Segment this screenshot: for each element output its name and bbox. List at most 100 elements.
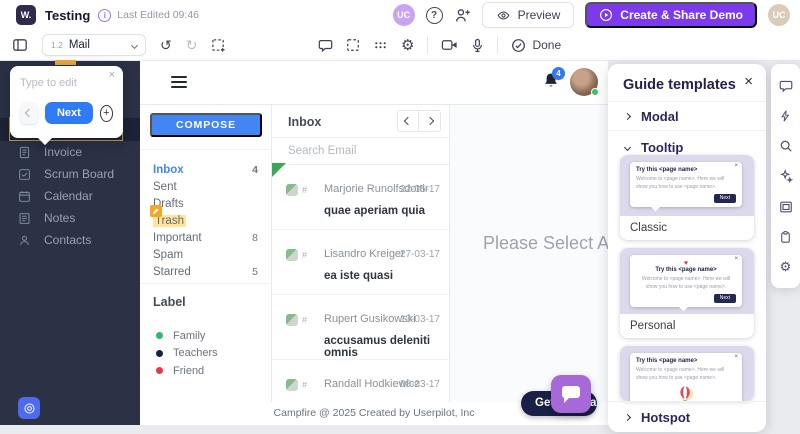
resource-center-button[interactable] bbox=[18, 397, 40, 419]
preview-body: Welcome to <page name>. Here we will sho… bbox=[636, 175, 736, 192]
video-record-icon[interactable] bbox=[441, 38, 458, 52]
panel-toggle-icon[interactable] bbox=[12, 37, 28, 53]
email-list-item[interactable]: # Lisandro Kreiger 27-03-17 ea iste quas… bbox=[272, 230, 449, 295]
folder-count: 8 bbox=[252, 232, 258, 244]
email-date: 22-05-17 bbox=[400, 184, 440, 195]
chat-widget-button[interactable] bbox=[551, 375, 591, 413]
email-list-panel: Inbox # Marjorie Runolfsdottir 22-05-17 … bbox=[272, 105, 450, 402]
list-title: Inbox bbox=[288, 115, 321, 129]
clipboard-icon[interactable] bbox=[779, 230, 792, 244]
sender-avatar bbox=[286, 314, 298, 326]
label-color-dot bbox=[156, 367, 163, 374]
preview-next-button: Next bbox=[714, 294, 736, 303]
notes-icon bbox=[18, 212, 31, 225]
label-teachers[interactable]: Teachers bbox=[140, 345, 271, 363]
create-share-demo-button[interactable]: Create & Share Demo bbox=[585, 2, 757, 28]
notifications-bell-icon[interactable]: 4 bbox=[542, 71, 562, 93]
app-logo[interactable]: W. bbox=[16, 5, 36, 25]
label-family[interactable]: Family bbox=[140, 327, 271, 345]
play-icon bbox=[599, 8, 613, 22]
next-page-button[interactable] bbox=[419, 110, 441, 132]
sidebar-item-label: Notes bbox=[44, 211, 75, 225]
builder-tools-rail: ⚙ bbox=[771, 64, 800, 288]
mail-app-header: 4 bbox=[140, 61, 608, 105]
lightning-icon[interactable] bbox=[779, 109, 792, 123]
settings-gear-icon[interactable]: ⚙ bbox=[401, 38, 414, 53]
eye-icon bbox=[496, 9, 511, 22]
sparkles-ai-icon[interactable] bbox=[779, 169, 793, 183]
section-modal[interactable]: Modal bbox=[608, 101, 766, 131]
email-date: 08-03-17 bbox=[400, 379, 440, 390]
element-highlight-marker bbox=[55, 60, 76, 65]
preview-body: Welcome to <page name>. Here we will sho… bbox=[636, 275, 736, 292]
invite-user-icon[interactable] bbox=[454, 7, 471, 24]
grid-apps-icon[interactable] bbox=[373, 38, 388, 52]
comments-icon[interactable] bbox=[779, 79, 793, 93]
divider bbox=[140, 283, 272, 284]
folder-spam[interactable]: Spam bbox=[140, 246, 271, 263]
email-date: 27-03-17 bbox=[400, 249, 440, 260]
search-input[interactable] bbox=[288, 145, 428, 157]
close-icon[interactable]: × bbox=[109, 69, 115, 81]
sidebar-item-invoice[interactable]: Invoice bbox=[0, 141, 140, 163]
preview-label: Preview bbox=[518, 8, 561, 22]
section-label: Tooltip bbox=[641, 140, 683, 155]
close-icon[interactable]: × bbox=[744, 73, 753, 90]
email-list-item[interactable]: # Marjorie Runolfsdottir 22-05-17 quae a… bbox=[272, 165, 449, 230]
folder-starred[interactable]: Starred 5 bbox=[140, 263, 271, 280]
template-name: Classic bbox=[620, 216, 754, 240]
preview-button[interactable]: Preview bbox=[482, 2, 575, 28]
redo-icon[interactable]: ↻ bbox=[186, 38, 198, 52]
email-list-item[interactable]: # Rupert Gusikowski 13-03-17 accusamus d… bbox=[272, 295, 449, 360]
sidebar-item-scrum-board[interactable]: Scrum Board bbox=[0, 163, 140, 185]
notification-count-badge: 4 bbox=[552, 67, 565, 80]
microphone-icon[interactable] bbox=[471, 38, 484, 53]
preview-title: Try this <page name> bbox=[636, 167, 736, 173]
back-button[interactable] bbox=[20, 102, 38, 124]
page-selector-dropdown[interactable]: 1.2 Mail bbox=[42, 34, 146, 56]
chevron-down-icon bbox=[624, 143, 631, 150]
sender-avatar bbox=[286, 379, 298, 391]
user-avatar[interactable]: UC bbox=[768, 4, 790, 26]
selection-tool-icon[interactable] bbox=[346, 38, 360, 52]
folder-important[interactable]: Important 8 bbox=[140, 229, 271, 246]
collaborator-avatar[interactable]: UC bbox=[393, 4, 415, 26]
label-name: Family bbox=[173, 330, 205, 342]
select-area-icon[interactable] bbox=[211, 38, 226, 53]
profile-avatar[interactable] bbox=[570, 68, 598, 96]
editor-toolbar: 1.2 Mail ↺ ↻ ⚙ Don bbox=[0, 30, 800, 61]
template-card-classic[interactable]: × Try this <page name> Welcome to <page … bbox=[620, 155, 754, 240]
undo-icon[interactable]: ↺ bbox=[160, 38, 172, 52]
settings-gear-icon[interactable]: ⚙ bbox=[780, 260, 792, 273]
prev-page-button[interactable] bbox=[397, 110, 419, 132]
help-icon[interactable]: ? bbox=[426, 7, 443, 24]
hamburger-menu-icon[interactable] bbox=[171, 76, 187, 91]
email-subject: quae aperiam quia bbox=[324, 205, 425, 217]
label-friend[interactable]: Friend bbox=[140, 362, 271, 380]
contacts-person-icon bbox=[18, 234, 31, 247]
sidebar-item-contacts[interactable]: Contacts bbox=[0, 229, 140, 251]
sidebar-item-calendar[interactable]: Calendar bbox=[0, 185, 140, 207]
template-card-illustrated[interactable]: × Try this <page name> Welcome to <page … bbox=[620, 346, 754, 401]
section-hotspot[interactable]: Hotspot bbox=[608, 401, 766, 432]
template-card-personal[interactable]: × ♥ Try this <page name> Welcome to <pag… bbox=[620, 248, 754, 338]
add-step-button[interactable]: + bbox=[100, 105, 113, 122]
sidebar-item-notes[interactable]: Notes bbox=[0, 207, 140, 229]
next-button[interactable]: Next bbox=[45, 102, 93, 124]
email-list-item[interactable]: # Randall Hodkiewicz 08-03-17 bbox=[272, 360, 449, 402]
search-icon[interactable] bbox=[779, 139, 793, 153]
tooltip-editor-popup: × Type to edit Next + bbox=[10, 66, 123, 138]
hash-icon: # bbox=[302, 380, 307, 390]
preview-next-button: Next bbox=[714, 194, 736, 203]
folder-inbox[interactable]: Inbox 4 bbox=[140, 161, 271, 178]
calendar-icon bbox=[18, 190, 31, 203]
modal-layout-icon[interactable] bbox=[779, 200, 793, 214]
compose-button[interactable]: COMPOSE bbox=[150, 113, 262, 137]
done-button[interactable]: Done bbox=[511, 38, 561, 53]
divider bbox=[497, 36, 498, 54]
tooltip-text-input[interactable]: Type to edit bbox=[20, 77, 113, 89]
folder-sent[interactable]: Sent bbox=[140, 178, 271, 195]
chevron-right-icon bbox=[624, 112, 631, 119]
comment-tool-icon[interactable] bbox=[318, 38, 333, 53]
section-label: Modal bbox=[641, 109, 679, 124]
